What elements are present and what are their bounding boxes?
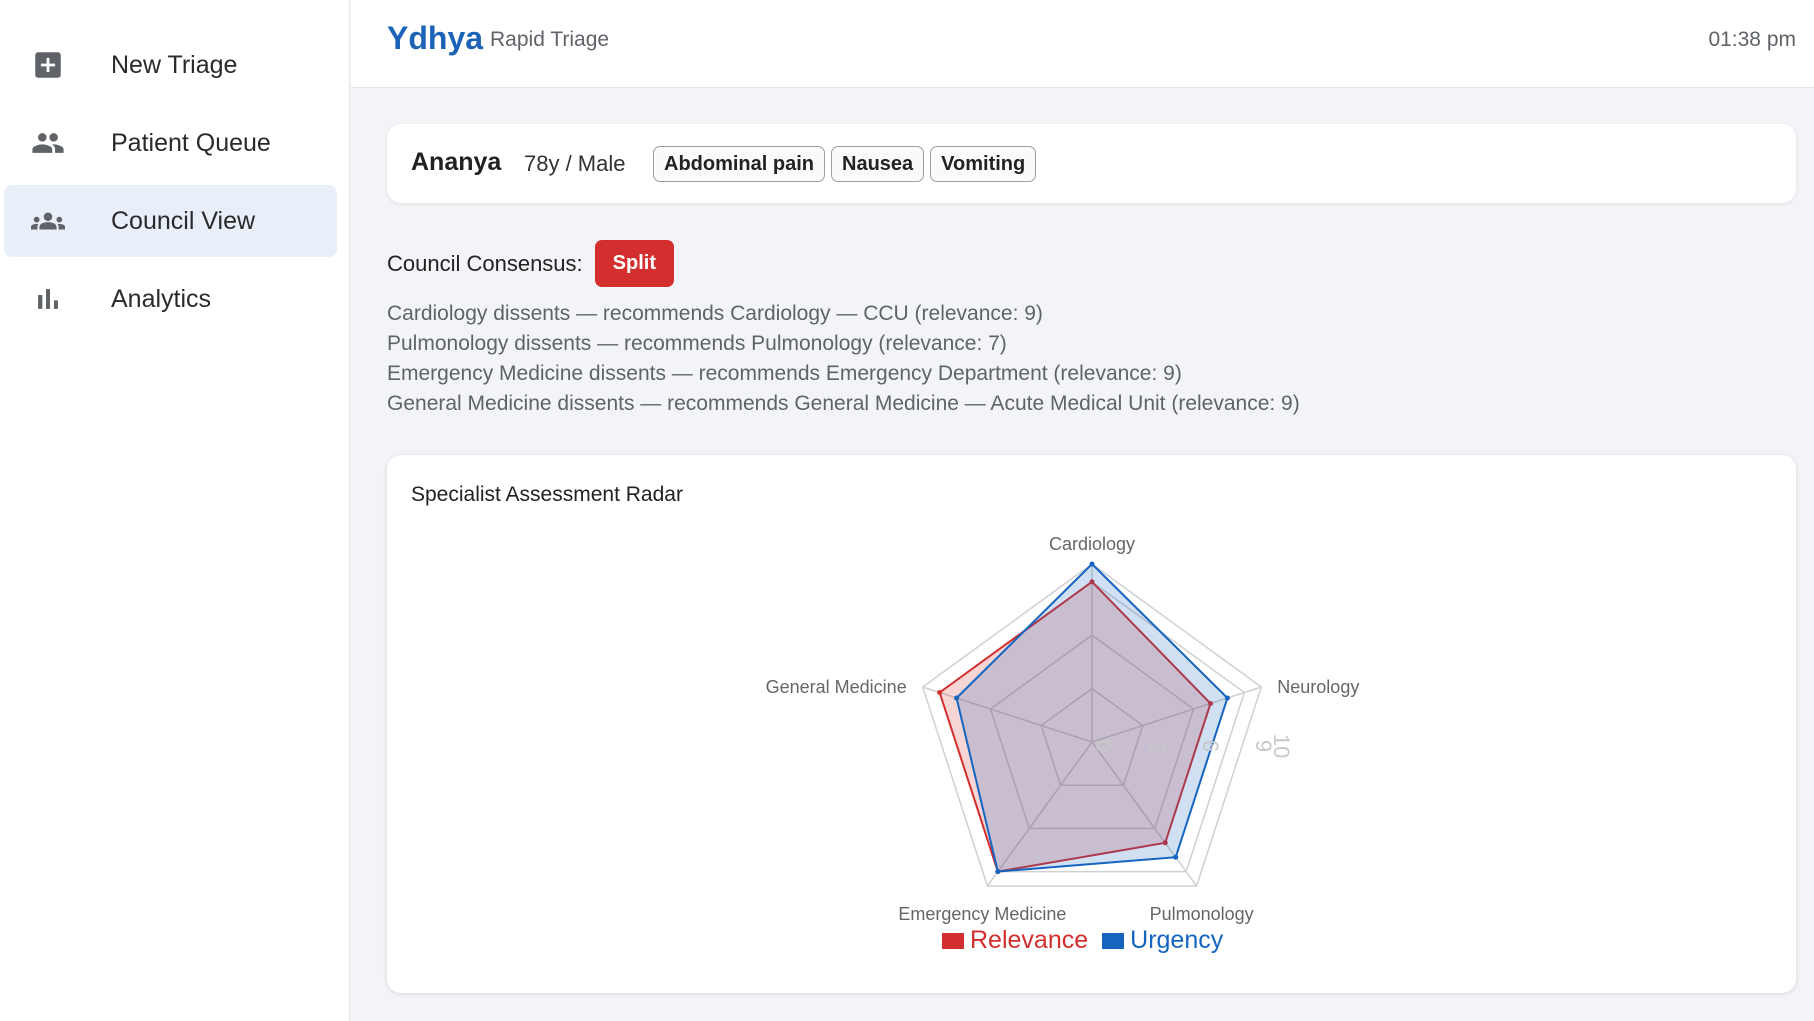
legend-item-relevance[interactable]: Relevance [942,926,1088,955]
radar-category-label: Cardiology [1049,534,1135,554]
sidebar: New Triage Patient Queue Council View An… [0,0,350,1021]
council-consensus: Council Consensus: Split [387,240,675,287]
radar-tick-label: 10 [1269,734,1294,758]
plus-box-icon [28,45,68,85]
brand-subtitle: Rapid Triage [490,28,610,51]
dissent-item: Emergency Medicine dissents — recommends… [387,362,1182,385]
sidebar-item-label: Council View [111,206,256,235]
legend-swatch [942,932,964,949]
radar-tick-label: 3 [1144,740,1169,752]
radar-card: Specialist Assessment Radar 0 3 6 9 10 Cardio… [387,455,1796,993]
dissent-list: Cardiology dissents — recommends Cardiol… [387,299,1300,419]
sidebar-item-patient-queue[interactable]: Patient Queue [4,107,337,179]
bar-chart-icon [28,279,68,319]
chart-legend: Relevance Urgency [942,926,1237,955]
consensus-status-badge: Split [594,240,675,287]
radar-point[interactable] [937,689,943,695]
patient-age-sex: 78y / Male [524,151,626,176]
radar-category-label: Emergency Medicine [898,904,1066,924]
radar-point[interactable] [1224,695,1230,701]
symptom-chip: Vomiting [930,146,1037,182]
sidebar-item-analytics[interactable]: Analytics [4,263,337,335]
radar-point[interactable] [1173,854,1179,860]
radar-point[interactable] [1089,561,1095,567]
groups-icon [28,201,68,241]
sidebar-item-label: Patient Queue [111,128,271,157]
radar-category-label: Neurology [1277,677,1359,697]
patient-card: Ananya 78y / Male Abdominal pain Nausea … [387,124,1796,203]
people-icon [28,123,68,163]
dissent-item: Cardiology dissents — recommends Cardiol… [387,302,1043,325]
symptom-chip: Abdominal pain [653,146,825,182]
radar-chart: 0 3 6 910CardiologyNeurologyPulmonologyEmer… [766,534,1360,924]
legend-swatch [1102,932,1125,949]
legend-label: Urgency [1130,926,1224,954]
patient-name: Ananya [411,148,502,176]
radar-tick-label: 6 [1198,740,1223,752]
sidebar-item-label: New Triage [111,50,238,79]
brand-logo-text[interactable]: Ydhya [387,20,483,57]
radar-point[interactable] [954,695,960,701]
top-bar: Ydhya Rapid Triage 01:38 pm [351,0,1814,88]
radar-category-label: General Medicine [766,677,907,697]
symptom-chips: Abdominal pain Nausea Vomiting [653,146,1037,182]
dissent-item: General Medicine dissents — recommends G… [387,392,1300,415]
clock-time: 01:38 pm [1708,28,1796,51]
radar-category-label: Pulmonology [1150,904,1254,924]
consensus-label: Council Consensus: [387,250,583,276]
sidebar-item-label: Analytics [111,284,212,313]
radar-tick-label: 0 [1091,740,1116,752]
legend-label: Relevance [970,926,1089,954]
radar-point[interactable] [995,869,1001,875]
symptom-chip: Nausea [831,146,925,182]
sidebar-item-council-view[interactable]: Council View [4,185,337,257]
sidebar-item-new-triage[interactable]: New Triage [4,29,337,101]
radar-series-urgency[interactable] [955,562,1229,873]
legend-item-urgency[interactable]: Urgency [1102,926,1223,955]
dissent-item: Pulmonology dissents — recommends Pulmon… [387,332,1007,355]
